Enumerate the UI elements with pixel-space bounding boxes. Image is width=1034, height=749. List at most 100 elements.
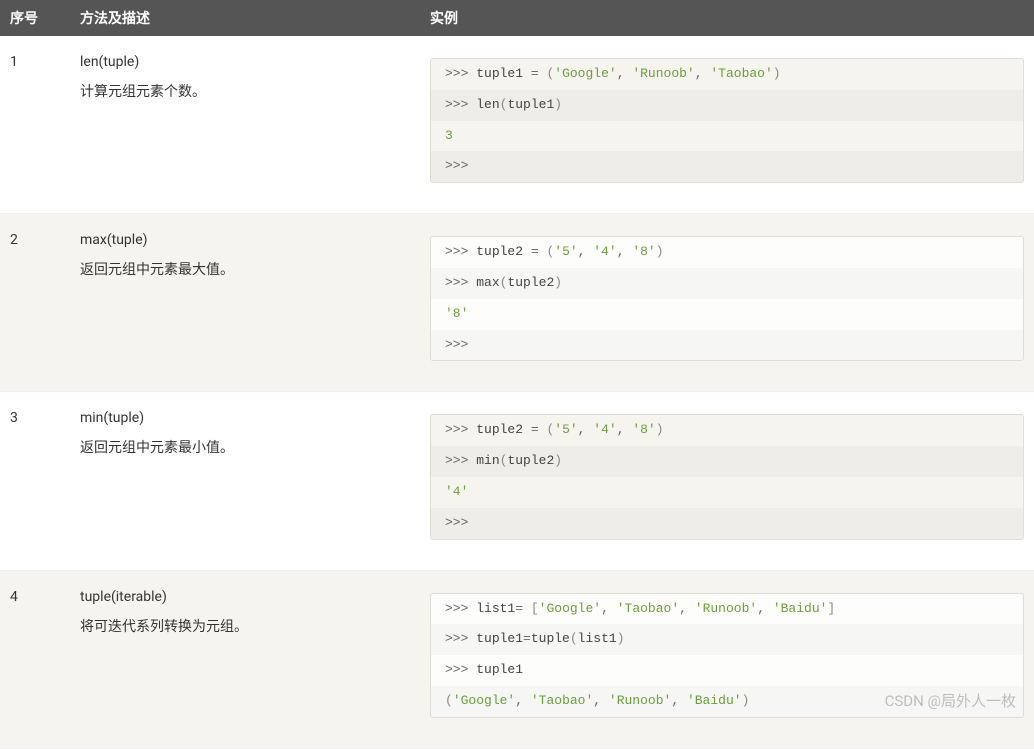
row-example-cell: >>> tuple2 = ('5', '4', '8')>>> min(tupl…: [420, 392, 1034, 570]
row-num: 3: [0, 392, 70, 570]
code-token: tuple2: [476, 244, 531, 259]
code-token: >>>: [445, 158, 468, 173]
code-token: 'Google': [554, 66, 616, 81]
code-token: [: [531, 601, 539, 616]
code-token: '5': [554, 244, 577, 259]
code-token: ): [617, 631, 625, 646]
code-token: ,: [617, 244, 625, 259]
row-example-cell: >>> tuple2 = ('5', '4', '8')>>> max(tupl…: [420, 214, 1034, 392]
code-token: 'Taobao': [710, 66, 772, 81]
row-method-cell: len(tuple) 计算元组元素个数。: [70, 36, 420, 214]
code-token: >>>: [445, 337, 468, 352]
code-token: ,: [515, 693, 523, 708]
code-token: 'Runoob': [632, 66, 694, 81]
code-token: >>>: [445, 275, 476, 290]
code-token: 'Runoob': [695, 601, 757, 616]
code-token: max: [476, 275, 499, 290]
code-line: >>> max(tuple2): [431, 268, 1023, 299]
method-name: tuple(iterable): [80, 589, 410, 605]
code-token: =: [531, 422, 539, 437]
code-token: ,: [757, 601, 765, 616]
code-token: [687, 601, 695, 616]
code-token: =: [531, 244, 539, 259]
code-token: ): [554, 275, 562, 290]
code-token: list1: [476, 601, 515, 616]
code-token: tuple1: [476, 662, 523, 677]
code-token: >>>: [445, 601, 476, 616]
code-token: tuple1: [476, 66, 531, 81]
table-row: 4 tuple(iterable) 将可迭代系列转换为元组。 >>> list1 = […: [0, 570, 1034, 748]
table-body: 1len(tuple)计算元组元素个数。>>> tuple1 = ('Googl…: [0, 36, 1034, 748]
code-token: 'Baidu': [687, 693, 742, 708]
code-token: tuple1: [476, 631, 523, 646]
code-token: ,: [679, 601, 687, 616]
code-token: ,: [593, 693, 601, 708]
table-row: 1 len(tuple) 计算元组元素个数。 >>> tuple1 = ('Googl…: [0, 36, 1034, 214]
code-token: >>>: [445, 515, 468, 530]
method-desc: 将可迭代系列转换为元组。: [80, 615, 410, 640]
code-line: >>> tuple2 = ('5', '4', '8'): [431, 415, 1023, 446]
code-block: >>> list1= ['Google', 'Taobao', 'Runoob'…: [430, 593, 1024, 718]
code-token: tuple2: [476, 422, 531, 437]
code-line: >>>: [431, 151, 1023, 182]
code-token: >>>: [445, 662, 476, 677]
row-num: 2: [0, 214, 70, 392]
code-token: >>>: [445, 631, 476, 646]
code-token: 3: [445, 128, 453, 143]
code-block: >>> tuple1 = ('Google', 'Runoob', 'Taoba…: [430, 58, 1024, 183]
code-line: >>>: [431, 330, 1023, 361]
code-token: >>>: [445, 422, 476, 437]
code-token: [679, 693, 687, 708]
code-token: tuple: [531, 631, 570, 646]
methods-table: 序号 方法及描述 实例 1len(tuple)计算元组元素个数。>>> tupl…: [0, 0, 1034, 749]
row-method-cell: max(tuple)返回元组中元素最大值。: [70, 214, 420, 392]
code-line: >>> len(tuple1): [431, 90, 1023, 121]
code-token: tuple2: [507, 453, 554, 468]
code-token: ,: [671, 693, 679, 708]
code-token: '4': [445, 484, 468, 499]
header-num: 序号: [0, 0, 70, 36]
code-token: list1: [578, 631, 617, 646]
code-token: '8': [445, 306, 468, 321]
code-line: >>> min(tuple2): [431, 446, 1023, 477]
code-token: =: [523, 631, 531, 646]
method-desc: 计算元组元素个数。: [80, 80, 410, 105]
code-token: '8': [632, 244, 655, 259]
row-example-cell: >>> list1= ['Google', 'Taobao', 'Runoob'…: [420, 570, 1034, 748]
code-token: '4': [593, 244, 616, 259]
code-token: '5': [554, 422, 577, 437]
code-token: 'Taobao': [617, 601, 679, 616]
row-num: 4: [0, 570, 70, 748]
code-token: [765, 601, 773, 616]
table-row: 2max(tuple)返回元组中元素最大值。>>> tuple2 = ('5',…: [0, 214, 1034, 392]
method-desc: 返回元组中元素最小值。: [80, 436, 410, 461]
code-token: 'Taobao': [531, 693, 593, 708]
code-line: >>> tuple1 = ('Google', 'Runoob', 'Taoba…: [431, 59, 1023, 90]
code-token: ): [656, 422, 664, 437]
code-token: 'Baidu': [773, 601, 828, 616]
code-token: min: [476, 453, 499, 468]
header-method: 方法及描述: [70, 0, 420, 36]
method-name: len(tuple): [80, 54, 410, 70]
code-token: ,: [617, 422, 625, 437]
code-line: >>> tuple2 = ('5', '4', '8'): [431, 237, 1023, 268]
code-token: [609, 601, 617, 616]
code-token: (: [445, 693, 453, 708]
row-method-cell: tuple(iterable) 将可迭代系列转换为元组。: [70, 570, 420, 748]
code-token: ): [742, 693, 750, 708]
code-token: len: [476, 97, 499, 112]
code-token: tuple1: [507, 97, 554, 112]
code-token: >>>: [445, 244, 476, 259]
code-token: ,: [695, 66, 703, 81]
method-desc: 返回元组中元素最大值。: [80, 258, 410, 283]
code-line: ('Google', 'Taobao', 'Runoob', 'Baidu'): [431, 686, 1023, 717]
row-num: 1: [0, 36, 70, 214]
code-block: >>> tuple2 = ('5', '4', '8')>>> max(tupl…: [430, 236, 1024, 361]
code-token: ): [554, 453, 562, 468]
code-token: >>>: [445, 66, 476, 81]
code-token: ): [656, 244, 664, 259]
code-token: tuple2: [507, 275, 554, 290]
code-line: 3: [431, 121, 1023, 152]
row-example-cell: >>> tuple1 = ('Google', 'Runoob', 'Taoba…: [420, 36, 1034, 214]
header-example: 实例: [420, 0, 1034, 36]
